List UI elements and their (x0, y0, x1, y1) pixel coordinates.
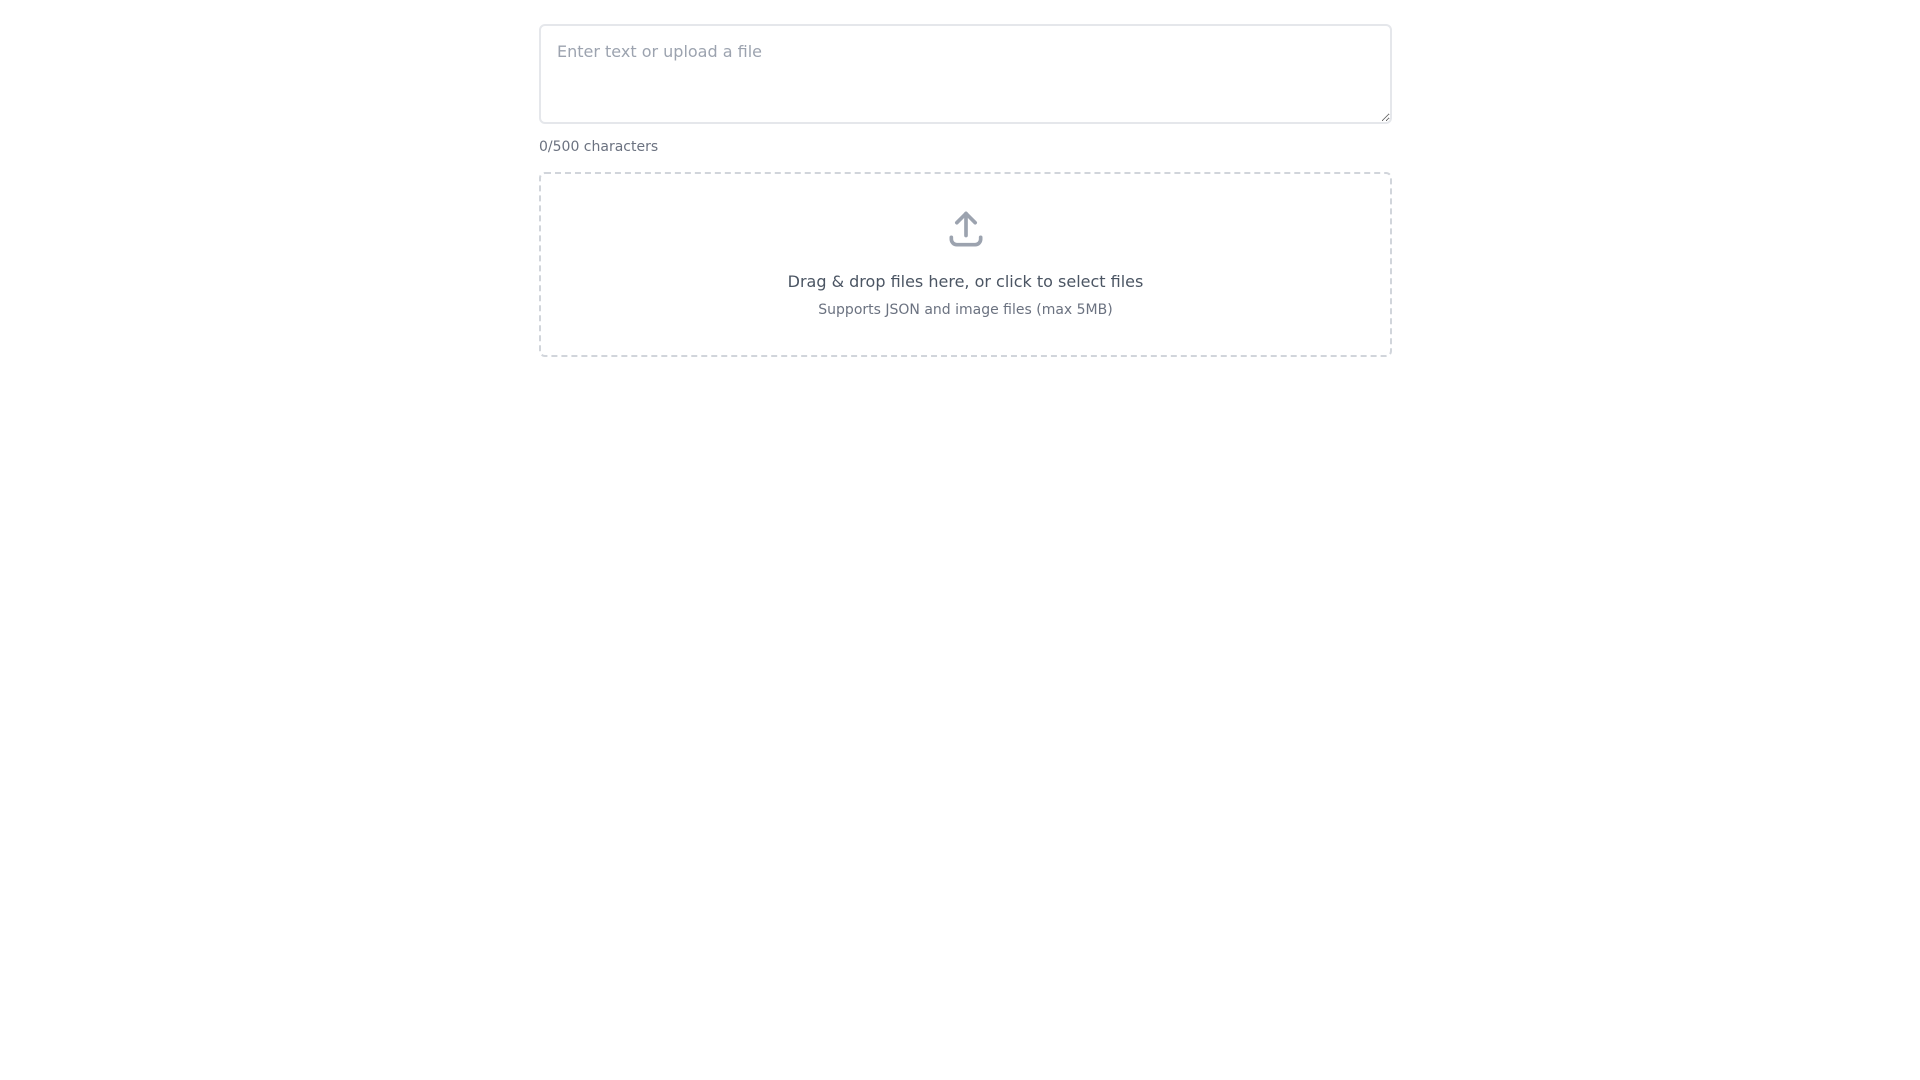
upload-form: 0/500 characters Drag & drop files here,… (539, 24, 1392, 357)
file-dropzone[interactable]: Drag & drop files here, or click to sele… (539, 172, 1392, 357)
upload-icon (949, 211, 982, 247)
character-count: 0/500 characters (539, 139, 659, 155)
text-input[interactable] (539, 24, 1392, 124)
dropzone-subtitle: Supports JSON and image files (max 5MB) (818, 302, 1113, 318)
dropzone-title: Drag & drop files here, or click to sele… (787, 272, 1144, 291)
